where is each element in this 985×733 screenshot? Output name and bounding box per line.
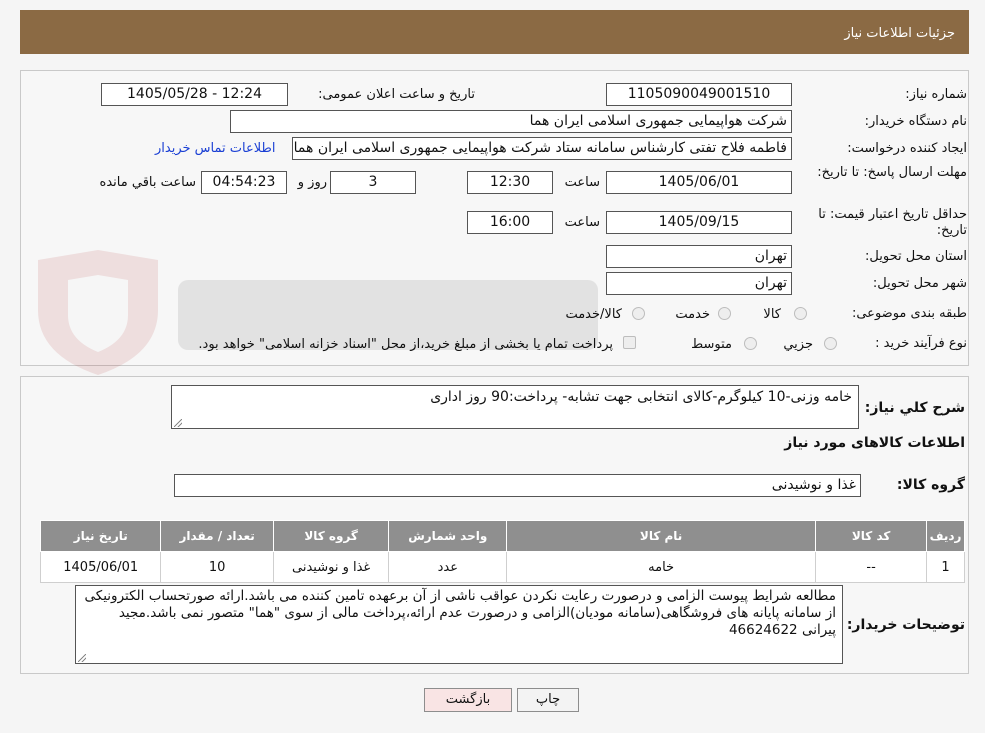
province-field: تهران xyxy=(606,245,792,268)
category-label: طبقه بندی موضوعی: xyxy=(851,306,967,321)
creator-field: فاطمه فلاح تفتی کارشناس سامانه ستاد شرکت… xyxy=(292,137,792,160)
cell-row: 1 xyxy=(926,551,965,583)
col-code: كد كالا xyxy=(815,520,928,552)
buyer-contact-link[interactable]: اطلاعات تماس خریدار xyxy=(155,141,275,156)
col-need-date: تاريخ نياز xyxy=(39,520,162,552)
watermark-logo xyxy=(38,250,598,375)
category-goods-service-radio[interactable] xyxy=(632,307,645,320)
process-medium-label: متوسط xyxy=(691,337,732,352)
days-label: روز و xyxy=(297,175,327,190)
need-number-label: شماره نیاز: xyxy=(905,87,967,102)
cell-unit: عدد xyxy=(388,551,508,583)
back-button[interactable]: بازگشت xyxy=(424,688,512,712)
col-name: نام كالا xyxy=(506,520,817,552)
notes-field: مطالعه شرایط پیوست الزامی و درصورت رعایت… xyxy=(75,585,843,664)
summary-label: شرح كلي نياز: xyxy=(864,400,965,416)
city-label: شهر محل تحویل: xyxy=(872,276,967,291)
announce-label: تاریخ و ساعت اعلان عمومی: xyxy=(318,87,475,102)
buyer-label: نام دستگاه خریدار: xyxy=(864,114,967,129)
announce-field: 1405/05/28 - 12:24 xyxy=(101,83,288,106)
process-medium-radio[interactable] xyxy=(744,337,757,350)
col-row: رديف xyxy=(926,520,965,552)
cell-code: -- xyxy=(815,551,928,583)
process-label: نوع فرآیند خرید : xyxy=(875,336,967,351)
process-minor-radio[interactable] xyxy=(824,337,837,350)
deadline-label: مهلت ارسال پاسخ: تا تاریخ: xyxy=(817,165,967,180)
validity-label: حداقل تاریخ اعتبار قیمت: تا تاریخ: xyxy=(818,207,967,238)
print-button[interactable]: چاپ xyxy=(517,688,579,712)
cell-name: خامه xyxy=(506,551,817,583)
cell-need-date: 1405/06/01 xyxy=(39,551,162,583)
group-label: گروه کالا: xyxy=(896,477,965,493)
city-field: تهران xyxy=(606,272,792,295)
validity-time-field: 16:00 xyxy=(467,211,553,234)
goods-info-title: اطلاعات کالاهای مورد نیاز xyxy=(784,435,965,451)
table-header-row: تاريخ نياز تعداد / مقدار گروه كالا واحد … xyxy=(39,520,965,552)
group-field: غذا و نوشیدنی xyxy=(174,474,861,497)
resize-grip-icon[interactable] xyxy=(78,654,86,662)
col-unit: واحد شمارش xyxy=(388,520,508,552)
deadline-time-label: ساعت xyxy=(564,175,600,190)
items-table: تاريخ نياز تعداد / مقدار گروه كالا واحد … xyxy=(39,520,965,583)
col-quantity: تعداد / مقدار xyxy=(160,520,274,552)
category-goods-radio[interactable] xyxy=(794,307,807,320)
days-field: 3 xyxy=(330,171,416,194)
cell-group: غذا و نوشیدنی xyxy=(272,551,390,583)
cell-quantity: 10 xyxy=(160,551,274,583)
buyer-field: شرکت هواپیمایی جمهوری اسلامی ایران هما xyxy=(230,110,792,133)
need-number-field: 1105090049001510 xyxy=(606,83,792,106)
col-group: گروه كالا xyxy=(272,520,390,552)
notes-label: توضیحات خریدار: xyxy=(846,617,965,633)
remaining-label: ساعت باقي مانده xyxy=(99,175,196,190)
resize-grip-icon[interactable] xyxy=(174,419,182,427)
creator-label: ایجاد کننده درخواست: xyxy=(847,141,967,156)
table-row: 1405/06/01 10 غذا و نوشیدنی عدد خامه -- … xyxy=(39,551,965,583)
category-service-label: خدمت xyxy=(675,307,710,322)
category-goods-label: کالا xyxy=(763,307,781,322)
deadline-date-field: 1405/06/01 xyxy=(606,171,792,194)
validity-time-label: ساعت xyxy=(564,215,600,230)
summary-field: خامه وزنی-10 کیلوگرم-کالای انتخابی جهت ت… xyxy=(171,385,859,429)
page-header: جزئیات اطلاعات نیاز xyxy=(20,10,969,54)
treasury-payment-note: پرداخت تمام یا بخشی از مبلغ خرید،از محل … xyxy=(198,337,613,352)
remaining-time-field: 04:54:23 xyxy=(201,171,287,194)
treasury-payment-checkbox[interactable] xyxy=(623,336,636,349)
process-minor-label: جزیي xyxy=(783,337,813,352)
validity-date-field: 1405/09/15 xyxy=(606,211,792,234)
category-service-radio[interactable] xyxy=(718,307,731,320)
page-title: جزئیات اطلاعات نیاز xyxy=(844,26,955,41)
deadline-time-field: 12:30 xyxy=(467,171,553,194)
category-goods-service-label: کالا/خدمت xyxy=(565,307,622,322)
province-label: استان محل تحویل: xyxy=(865,249,967,264)
